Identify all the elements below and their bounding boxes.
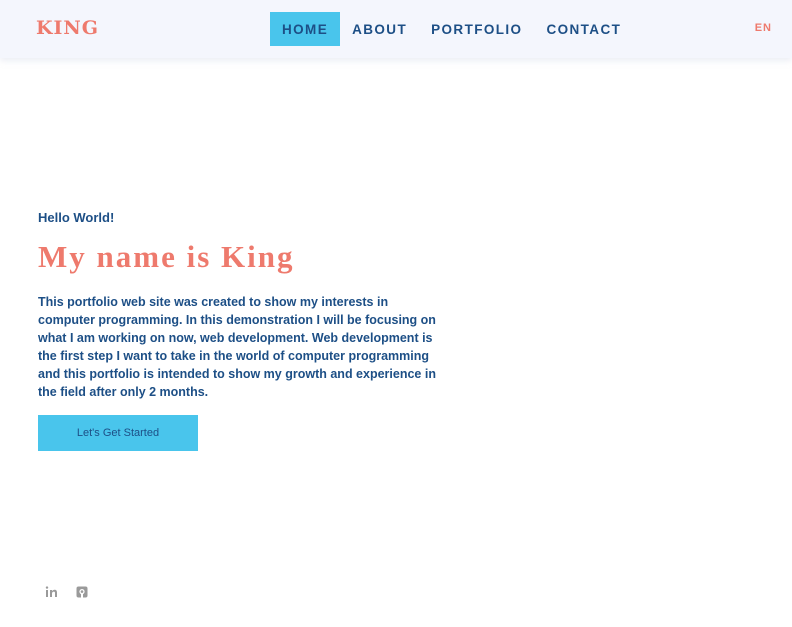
main-nav: HOME ABOUT PORTFOLIO CONTACT <box>270 12 633 46</box>
github-icon <box>76 586 88 598</box>
github-link[interactable] <box>75 585 89 599</box>
nav-contact[interactable]: CONTACT <box>534 12 633 46</box>
social-links <box>44 585 89 599</box>
language-switcher[interactable]: EN <box>755 22 772 34</box>
hero-title: My name is King <box>38 239 295 274</box>
top-navbar: KING HOME ABOUT PORTFOLIO CONTACT EN <box>0 0 792 58</box>
nav-about[interactable]: ABOUT <box>340 12 419 46</box>
site-logo[interactable]: KING <box>36 17 99 39</box>
linkedin-link[interactable] <box>44 585 58 599</box>
page: KING HOME ABOUT PORTFOLIO CONTACT EN Hel… <box>0 0 792 627</box>
get-started-button[interactable]: Let's Get Started <box>38 415 198 451</box>
linkedin-icon <box>45 586 58 598</box>
hero-intro: This portfolio web site was created to s… <box>38 295 436 399</box>
nav-portfolio[interactable]: PORTFOLIO <box>419 12 534 46</box>
nav-home[interactable]: HOME <box>270 12 341 46</box>
hero-greeting: Hello World! <box>38 210 115 225</box>
